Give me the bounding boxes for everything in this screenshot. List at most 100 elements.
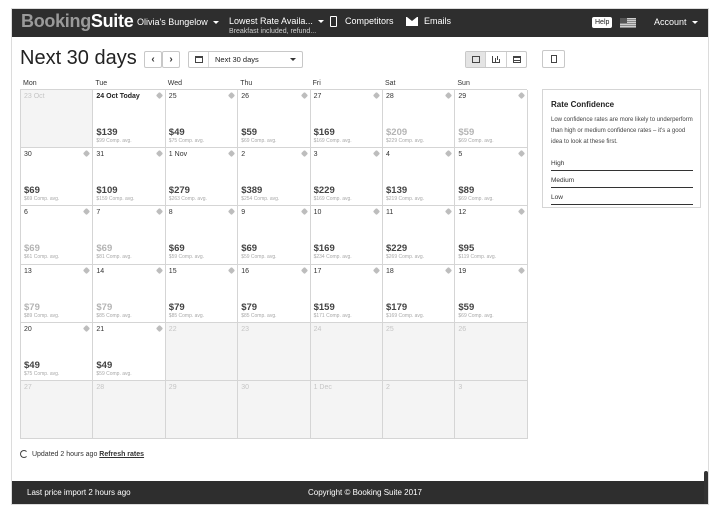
calendar-day[interactable]: 2 $389 $254 Comp. avg. bbox=[238, 148, 311, 207]
rate-selector[interactable]: Lowest Rate Availa... Breakfast included… bbox=[229, 17, 324, 36]
tag-icon[interactable] bbox=[372, 266, 381, 274]
chevron-down-icon bbox=[290, 58, 296, 61]
account-menu[interactable]: Account bbox=[654, 17, 698, 27]
calendar-day[interactable]: 28 $209 $229 Comp. avg. bbox=[383, 90, 456, 149]
day-date: 19 bbox=[458, 267, 467, 275]
brand-logo[interactable]: BookingSuite bbox=[21, 11, 134, 32]
calendar-day[interactable]: 18 $179 $169 Comp. avg. bbox=[383, 264, 456, 323]
tag-icon[interactable] bbox=[300, 150, 308, 158]
flag-icon[interactable] bbox=[620, 18, 636, 28]
day-date: 30 bbox=[241, 384, 249, 391]
calendar-day[interactable]: 6 $69 $61 Comp. avg. bbox=[21, 206, 94, 265]
tag-icon[interactable] bbox=[228, 150, 236, 158]
rate-subtitle: Breakfast included, refund... bbox=[229, 28, 317, 35]
refresh-rates-link[interactable]: Refresh rates bbox=[99, 451, 144, 458]
tag-icon[interactable] bbox=[83, 150, 91, 158]
tag-icon[interactable] bbox=[155, 150, 163, 158]
calendar-day[interactable]: 29 $59 $69 Comp. avg. bbox=[455, 90, 528, 149]
calendar-day[interactable]: 20 $49 $75 Comp. avg. bbox=[21, 322, 94, 381]
calendar-day[interactable]: 21 $49 $59 Comp. avg. bbox=[93, 322, 166, 381]
calendar-view-button[interactable] bbox=[466, 52, 487, 67]
calendar-day: 2 bbox=[383, 381, 456, 440]
calendar-day[interactable]: 10 $169 $234 Comp. avg. bbox=[310, 206, 383, 265]
calendar-day[interactable]: 25 $49 $75 Comp. avg. bbox=[165, 90, 239, 149]
tag-icon[interactable] bbox=[445, 91, 453, 100]
tag-icon[interactable] bbox=[517, 208, 525, 216]
competitor-average: $169 Comp. avg. bbox=[313, 138, 352, 144]
tag-icon[interactable] bbox=[300, 91, 308, 100]
tag-icon[interactable] bbox=[517, 150, 525, 158]
update-status: Updated 2 hours ago Refresh rates bbox=[20, 450, 144, 458]
tag-icon[interactable] bbox=[372, 150, 381, 158]
tag-icon[interactable] bbox=[155, 266, 163, 274]
calendar-day[interactable]: 15 $79 $85 Comp. avg. bbox=[165, 264, 239, 323]
tag-icon[interactable] bbox=[83, 208, 91, 216]
tag-icon[interactable] bbox=[155, 208, 163, 216]
calendar-day[interactable]: 13 $79 $89 Comp. avg. bbox=[21, 264, 94, 323]
calendar-day[interactable]: 7 $69 $81 Comp. avg. bbox=[93, 206, 166, 265]
day-price: $79 bbox=[168, 301, 185, 313]
nav-competitors[interactable]: Competitors bbox=[330, 16, 394, 28]
calendar-day[interactable]: 27 $169 $169 Comp. avg. bbox=[310, 90, 383, 149]
calendar-day: 24 bbox=[310, 322, 383, 381]
tag-icon[interactable] bbox=[155, 324, 163, 332]
tag-icon[interactable] bbox=[155, 91, 163, 100]
calendar-day: 22 bbox=[165, 322, 239, 381]
day-price: $279 bbox=[168, 185, 190, 197]
day-price: $79 bbox=[241, 301, 258, 313]
calendar-day[interactable]: 5 $89 $69 Comp. avg. bbox=[455, 148, 528, 207]
next-button[interactable]: › bbox=[162, 51, 180, 68]
calendar-day[interactable]: 14 $79 $85 Comp. avg. bbox=[93, 264, 166, 323]
tag-icon[interactable] bbox=[300, 208, 308, 216]
calendar-day[interactable]: 9 $69 $59 Comp. avg. bbox=[238, 206, 311, 265]
day-date: 29 bbox=[458, 93, 467, 100]
tag-icon[interactable] bbox=[517, 91, 525, 100]
tag-icon[interactable] bbox=[372, 208, 381, 216]
date-range-select[interactable]: Next 30 days bbox=[188, 51, 303, 68]
competitor-average: $263 Comp. avg. bbox=[168, 196, 207, 203]
calendar-day[interactable]: 26 $59 $69 Comp. avg. bbox=[238, 90, 311, 149]
tag-icon[interactable] bbox=[83, 266, 91, 274]
calendar-day[interactable]: 30 $69 $69 Comp. avg. bbox=[21, 148, 94, 207]
tag-icon[interactable] bbox=[228, 208, 236, 216]
calendar-day[interactable]: 4 $139 $219 Comp. avg. bbox=[383, 148, 456, 207]
calendar-day[interactable]: 24 Oct Today $139 $99 Comp. avg. bbox=[93, 90, 166, 149]
nav-emails[interactable]: Emails bbox=[406, 16, 451, 27]
competitor-average: $59 Comp. avg. bbox=[241, 254, 277, 261]
weekday-label: Fri bbox=[312, 80, 321, 87]
help-button[interactable]: Help bbox=[592, 17, 613, 28]
competitor-average: $169 Comp. avg. bbox=[386, 312, 425, 319]
tag-icon[interactable] bbox=[445, 150, 453, 158]
table-view-button[interactable] bbox=[507, 52, 526, 67]
calendar-day[interactable]: 16 $79 $85 Comp. avg. bbox=[238, 264, 311, 323]
day-price: $169 bbox=[313, 127, 335, 138]
calendar-day[interactable]: 17 $159 $171 Comp. avg. bbox=[310, 264, 383, 323]
tag-icon[interactable] bbox=[372, 91, 381, 100]
calendar-day[interactable]: 11 $229 $269 Comp. avg. bbox=[383, 206, 456, 265]
competitor-average: $269 Comp. avg. bbox=[386, 254, 425, 261]
tag-icon[interactable] bbox=[445, 266, 453, 274]
export-button[interactable] bbox=[542, 50, 565, 68]
account-label: Account bbox=[654, 17, 687, 27]
tag-icon[interactable] bbox=[83, 324, 91, 332]
competitor-average: $234 Comp. avg. bbox=[313, 254, 352, 261]
previous-button[interactable]: ‹ bbox=[144, 51, 162, 68]
calendar-day[interactable]: 3 $229 $169 Comp. avg. bbox=[310, 148, 383, 207]
tag-icon[interactable] bbox=[228, 91, 236, 100]
app-window: BookingSuite Olivia's Bungelow Lowest Ra… bbox=[11, 8, 709, 505]
tag-icon[interactable] bbox=[517, 266, 525, 274]
scrollbar-thumb[interactable] bbox=[704, 471, 708, 504]
tag-icon[interactable] bbox=[228, 266, 236, 274]
chart-view-button[interactable] bbox=[486, 52, 507, 67]
calendar-day[interactable]: 31 $109 $159 Comp. avg. bbox=[93, 148, 166, 207]
calendar-day[interactable]: 19 $59 $69 Comp. avg. bbox=[455, 264, 528, 323]
calendar-day[interactable]: 1 Nov $279 $263 Comp. avg. bbox=[165, 148, 239, 207]
tag-icon[interactable] bbox=[300, 266, 308, 274]
day-date: 23 bbox=[241, 325, 249, 333]
day-date: 29 bbox=[168, 384, 177, 391]
tag-icon[interactable] bbox=[445, 208, 453, 216]
calendar-day[interactable]: 12 $95 $119 Comp. avg. bbox=[455, 206, 528, 265]
calendar-day[interactable]: 8 $69 $59 Comp. avg. bbox=[165, 206, 239, 265]
day-date: 1 Dec bbox=[313, 384, 332, 391]
property-selector[interactable]: Olivia's Bungelow bbox=[137, 17, 219, 27]
